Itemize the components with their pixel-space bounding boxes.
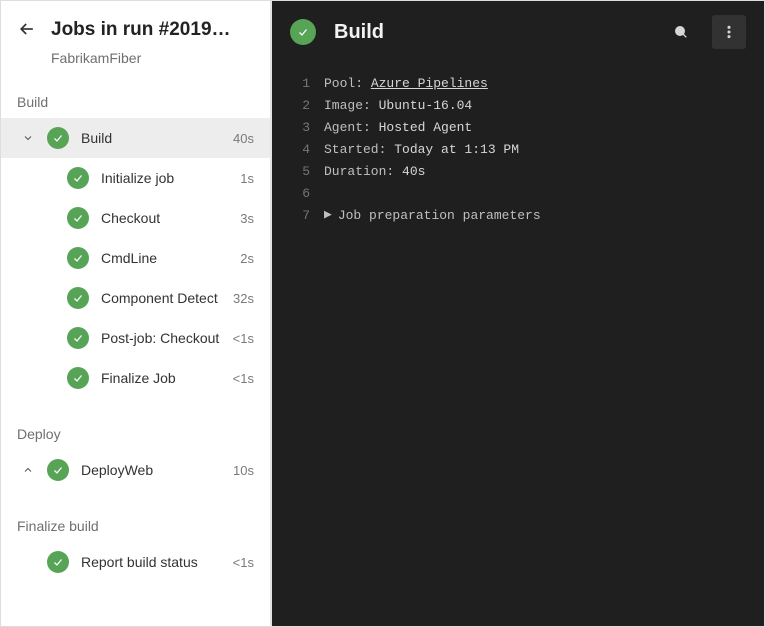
stage-label: Deploy	[1, 398, 270, 450]
step-row[interactable]: Post-job: Checkout<1s	[1, 318, 270, 358]
step-name: Initialize job	[101, 170, 240, 186]
success-icon	[67, 287, 89, 309]
job-name: DeployWeb	[81, 462, 233, 478]
step-name: Checkout	[101, 210, 240, 226]
search-button[interactable]	[664, 15, 698, 49]
log-value-link[interactable]: Azure Pipelines	[371, 76, 488, 91]
chevron-down-icon[interactable]	[19, 132, 37, 144]
step-duration: <1s	[233, 331, 254, 346]
log-value: 40s	[402, 164, 425, 179]
job-row[interactable]: DeployWeb10s	[1, 450, 270, 490]
step-name: Component Detect	[101, 290, 233, 306]
job-duration: <1s	[233, 555, 254, 570]
step-name: CmdLine	[101, 250, 240, 266]
success-icon	[47, 127, 69, 149]
step-row[interactable]: Component Detect32s	[1, 278, 270, 318]
success-icon	[67, 207, 89, 229]
stage-label: Build	[1, 66, 270, 118]
log-panel: Build 1Pool: Azure Pipelines2Image: Ubun…	[272, 1, 764, 626]
log-title: Build	[334, 21, 650, 44]
job-row[interactable]: Build40s	[1, 118, 270, 158]
page-title: Jobs in run #20191…	[51, 19, 231, 41]
success-icon	[47, 551, 69, 573]
success-icon	[67, 327, 89, 349]
log-value: Ubuntu-16.04	[379, 98, 473, 113]
jobs-sidebar: Jobs in run #20191… FabrikamFiber BuildB…	[1, 1, 272, 626]
log-line: 3Agent: Hosted Agent	[272, 117, 764, 139]
chevron-right-icon[interactable]	[19, 464, 37, 476]
step-duration: 3s	[240, 211, 254, 226]
log-line: 5Duration: 40s	[272, 161, 764, 183]
step-row[interactable]: Finalize Job<1s	[1, 358, 270, 398]
success-icon	[67, 167, 89, 189]
step-duration: 2s	[240, 251, 254, 266]
job-row[interactable]: Report build status<1s	[1, 542, 270, 582]
project-name[interactable]: FabrikamFiber	[1, 50, 270, 66]
step-duration: 32s	[233, 291, 254, 306]
job-name: Build	[81, 130, 233, 146]
more-actions-button[interactable]	[712, 15, 746, 49]
step-name: Post-job: Checkout	[101, 330, 233, 346]
line-number: 1	[286, 73, 310, 95]
step-row[interactable]: Initialize job1s	[1, 158, 270, 198]
step-row[interactable]: Checkout3s	[1, 198, 270, 238]
job-name: Report build status	[81, 554, 233, 570]
success-icon	[290, 19, 316, 45]
step-row[interactable]: CmdLine2s	[1, 238, 270, 278]
log-line: 6	[272, 183, 764, 205]
job-duration: 40s	[233, 131, 254, 146]
log-line[interactable]: 7▶Job preparation parameters	[272, 205, 764, 227]
line-number: 2	[286, 95, 310, 117]
step-duration: <1s	[233, 371, 254, 386]
line-number: 3	[286, 117, 310, 139]
log-value: Today at 1:13 PM	[394, 142, 519, 157]
step-name: Finalize Job	[101, 370, 233, 386]
success-icon	[67, 247, 89, 269]
success-icon	[47, 459, 69, 481]
log-value: Hosted Agent	[379, 120, 473, 135]
stage-label: Finalize build	[1, 490, 270, 542]
log-line: 1Pool: Azure Pipelines	[272, 73, 764, 95]
line-number: 5	[286, 161, 310, 183]
line-number: 4	[286, 139, 310, 161]
log-line: 4Started: Today at 1:13 PM	[272, 139, 764, 161]
line-number: 6	[286, 183, 310, 205]
job-duration: 10s	[233, 463, 254, 478]
log-line: 2Image: Ubuntu-16.04	[272, 95, 764, 117]
step-duration: 1s	[240, 171, 254, 186]
success-icon	[67, 367, 89, 389]
expand-triangle-icon[interactable]: ▶	[324, 204, 332, 226]
back-arrow-icon[interactable]	[17, 19, 37, 42]
line-number: 7	[286, 205, 310, 227]
